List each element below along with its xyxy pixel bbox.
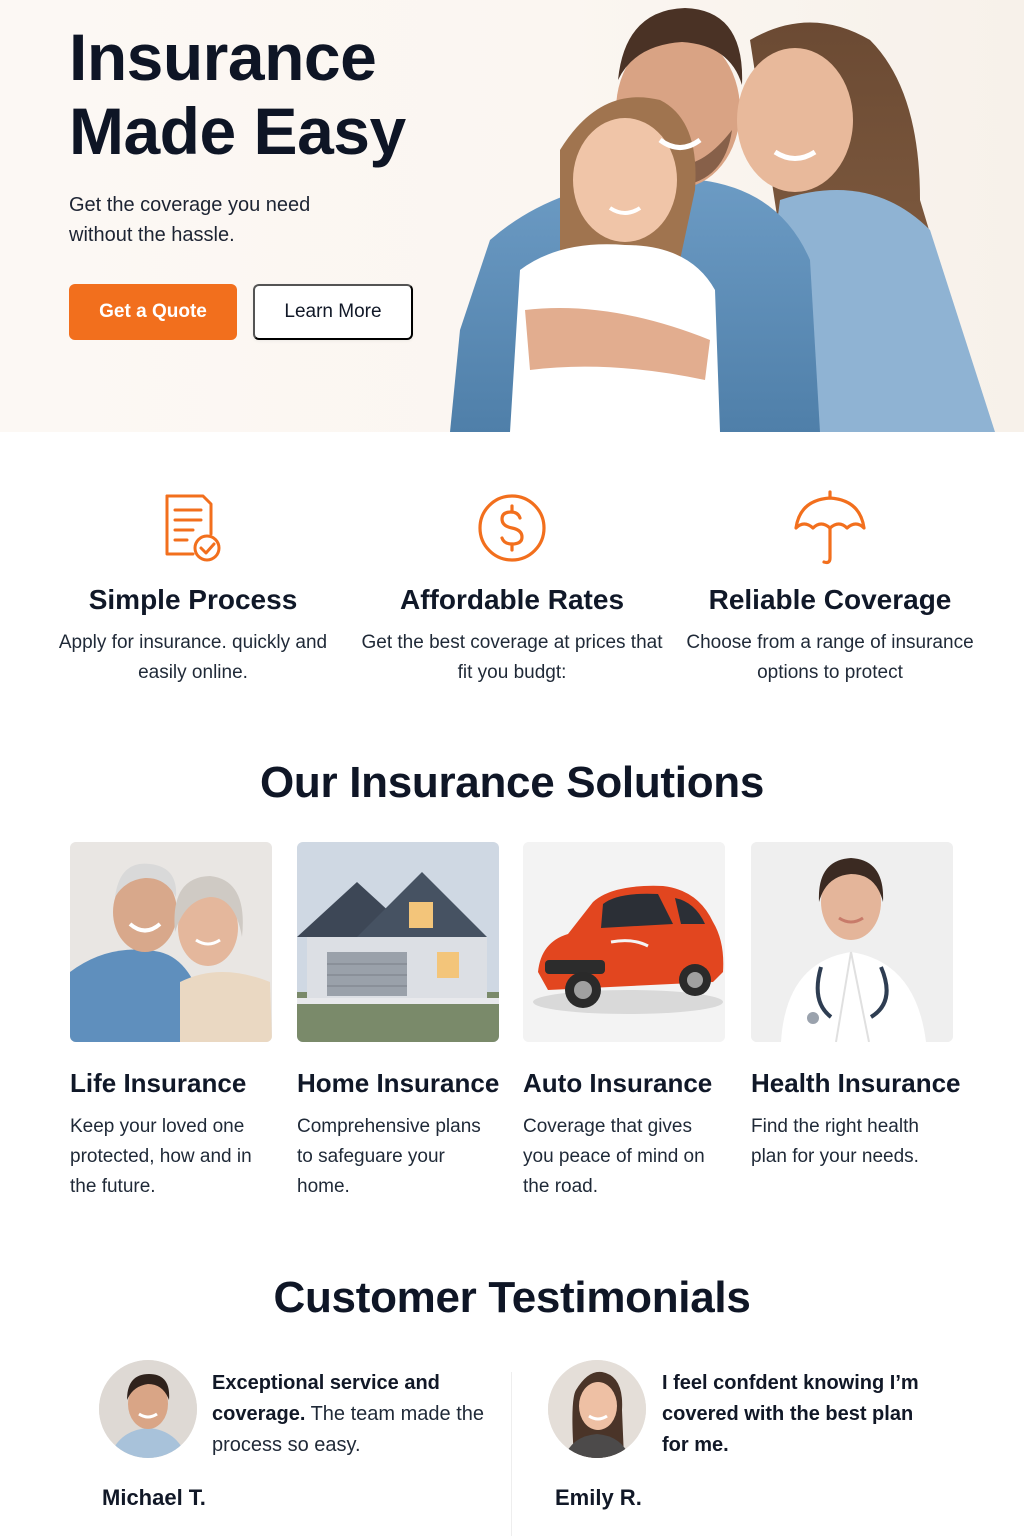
feature-title: Reliable Coverage [708, 584, 952, 615]
card-health-insurance[interactable]: Health Insurance Find the right health p… [751, 842, 961, 1172]
card-auto-insurance[interactable]: Auto Insurance Coverage that gives you p… [523, 842, 727, 1202]
health-insurance-image [751, 842, 953, 1042]
testimonial-divider [511, 1372, 512, 1536]
feature-title: Simple Process [88, 584, 298, 615]
learn-more-button[interactable]: Learn More [253, 284, 413, 340]
hero-section: Insurance Made Easy Get the coverage you… [0, 0, 1024, 432]
card-home-insurance[interactable]: Home Insurance Comprehensive plans to sa… [297, 842, 501, 1202]
hero-subtitle: Get the coverage you need without the ha… [69, 194, 311, 246]
testimonial-author: Emily R. [555, 1485, 642, 1510]
testimonials-title: Customer Testimonials [273, 1273, 751, 1322]
life-insurance-image [70, 842, 272, 1042]
card-title: Life Insurance [70, 1068, 247, 1098]
feature-title: Affordable Rates [399, 584, 625, 615]
feature-text: Apply for insurance. quickly and easily … [58, 632, 328, 683]
testimonial-author: Michael T. [102, 1485, 206, 1510]
umbrella-icon [794, 490, 866, 565]
card-text: Find the right health plan for your need… [751, 1116, 919, 1167]
feature-reliable-coverage: Reliable Coverage Choose from a range of… [670, 488, 990, 688]
card-life-insurance[interactable]: Life Insurance Keep your loved one prote… [70, 842, 274, 1202]
solutions-title: Our Insurance Solutions [259, 758, 765, 807]
card-title: Auto Insurance [523, 1068, 713, 1098]
home-insurance-image [297, 842, 499, 1042]
auto-insurance-image [523, 842, 725, 1042]
avatar [548, 1360, 646, 1458]
feature-simple-process: Simple Process Apply for insurance. quic… [33, 488, 353, 688]
get-quote-button[interactable]: Get a Quote [69, 284, 237, 340]
feature-affordable-rates: Affordable Rates Get the best coverage a… [352, 488, 672, 688]
card-text: Keep your loved one protected, how and i… [70, 1116, 252, 1197]
card-text: Coverage that gives you peace of mind on… [523, 1116, 705, 1197]
card-title: Health Insurance [751, 1068, 961, 1098]
feature-text: Get the best coverage at prices that fit… [361, 632, 663, 683]
hero-title: Insurance Made Easy [69, 20, 406, 168]
quote-highlight: I feel confdent knowing I’m covered with… [662, 1372, 919, 1456]
avatar [99, 1360, 197, 1458]
testimonial-quote: Exceptional service and coverage. The te… [212, 1368, 492, 1461]
feature-text: Choose from a range of insurance options… [686, 632, 974, 683]
document-check-icon [165, 494, 221, 562]
dollar-circle-icon [478, 494, 546, 562]
card-text: Comprehensive plans to safeguare your ho… [297, 1116, 481, 1197]
family-hero-image [450, 8, 995, 432]
testimonial-quote: I feel confdent knowing I’m covered with… [662, 1368, 932, 1461]
card-title: Home Insurance [297, 1068, 500, 1098]
